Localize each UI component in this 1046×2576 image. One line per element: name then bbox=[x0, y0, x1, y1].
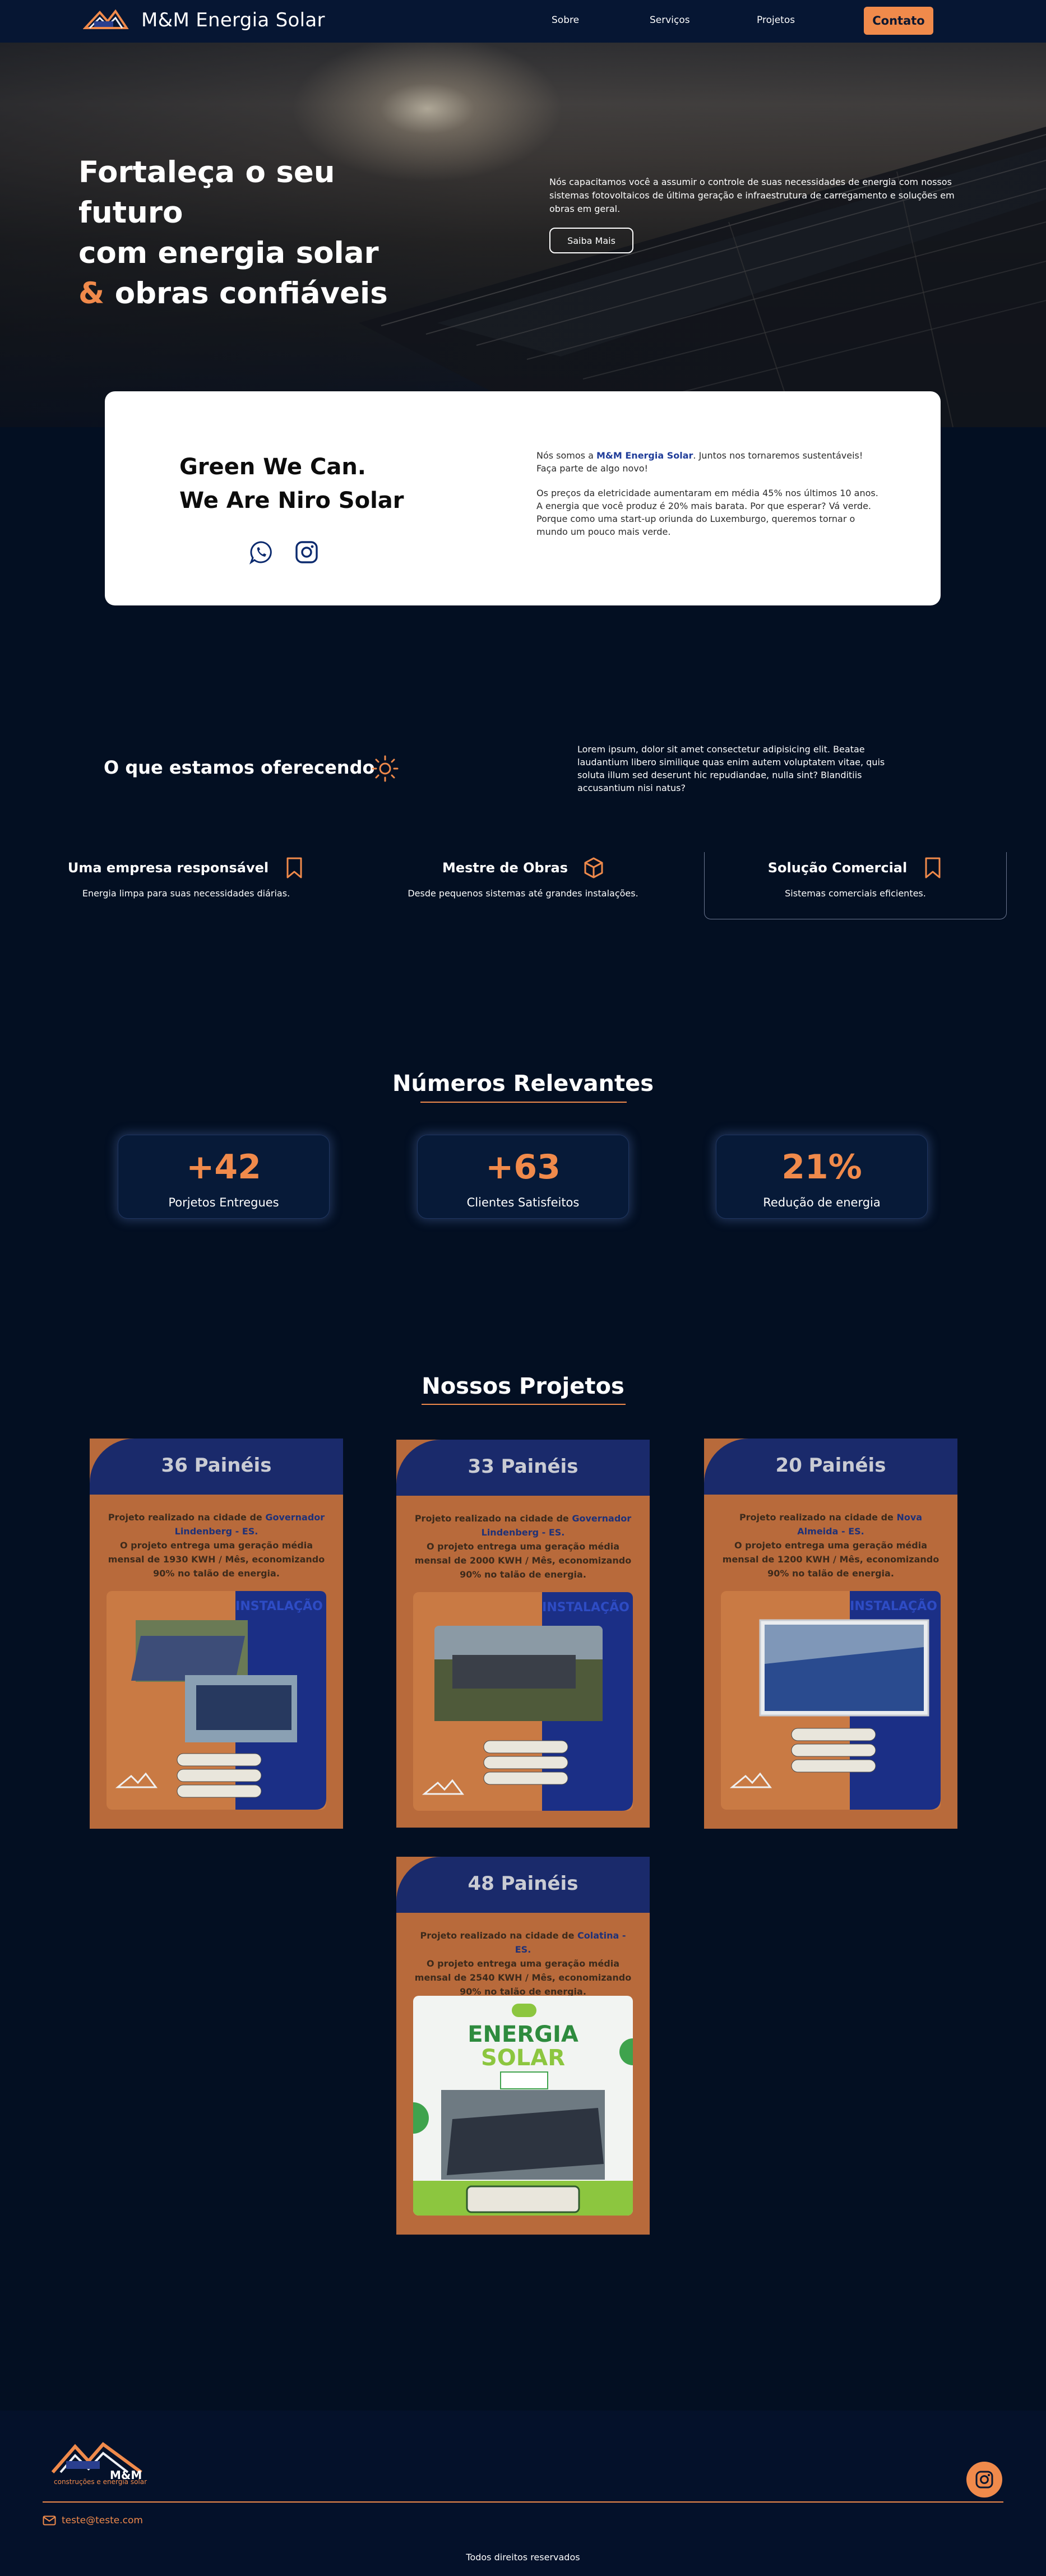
project-card-48-panels[interactable]: 48 Painéis Projeto realizado na cidade d… bbox=[396, 1857, 650, 2235]
project-title: 33 Painéis bbox=[468, 1455, 578, 1478]
stat-card-energy: 21% Redução de energia bbox=[716, 1135, 928, 1219]
bookmark-icon bbox=[925, 857, 941, 878]
projects-title: Nossos Projetos bbox=[422, 1373, 624, 1399]
project-desc-body: O projeto entrega uma geração média mens… bbox=[722, 1540, 939, 1579]
image-energia-label: ENERGIA bbox=[468, 2022, 578, 2047]
hero-title: Fortaleça o seu futuro com energia solar… bbox=[78, 152, 437, 314]
feature-card-commercial: Solução Comercial Sistemas comerciais ef… bbox=[704, 852, 1007, 919]
feature-header: Mestre de Obras bbox=[372, 857, 674, 879]
feature-card-responsible: Uma empresa responsável Energia limpa pa… bbox=[35, 852, 337, 919]
about-card: Green We Can. We Are Niro Solar Nós somo… bbox=[105, 391, 941, 605]
about-paragraph-1: Nós somos a M&M Energia Solar. Juntos no… bbox=[536, 449, 884, 475]
project-image: INSTALAÇÃO bbox=[107, 1591, 326, 1810]
project-desc-body: O projeto entrega uma geração média mens… bbox=[414, 1958, 632, 1997]
bookmark-icon bbox=[286, 857, 302, 878]
stat-card-clients: +63 Clientes Satisfeitos bbox=[417, 1135, 629, 1219]
feature-title: Solução Comercial bbox=[767, 860, 908, 876]
project-desc-prefix: Projeto realizado na cidade de bbox=[739, 1512, 897, 1523]
footer-email: teste@teste.com bbox=[62, 2515, 143, 2526]
projects-title-underline bbox=[422, 1404, 626, 1405]
image-install-label: INSTALAÇÃO bbox=[850, 1599, 937, 1613]
instagram-icon bbox=[975, 2471, 993, 2489]
hero-title-line-2: com energia solar bbox=[78, 236, 379, 270]
numbers-title: Números Relevantes bbox=[392, 1071, 654, 1097]
numbers-title-underline bbox=[420, 1102, 627, 1103]
project-description: Projeto realizado na cidade de Governado… bbox=[107, 1510, 326, 1580]
feature-description: Desde pequenos sistemas até grandes inst… bbox=[408, 888, 638, 899]
brand-name: M&M Energia Solar bbox=[141, 9, 325, 31]
top-navbar: M&M Energia Solar Sobre Serviços Projeto… bbox=[0, 0, 1046, 43]
project-desc-body: O projeto entrega uma geração média mens… bbox=[108, 1540, 325, 1579]
about-title-line-1: Green We Can. bbox=[179, 454, 366, 480]
brand-logo[interactable]: M&M Energia Solar bbox=[83, 6, 325, 35]
about-text: Nós somos a M&M Energia Solar. Juntos no… bbox=[536, 449, 884, 538]
nav-link-sobre[interactable]: Sobre bbox=[552, 15, 579, 26]
footer-divider bbox=[43, 2501, 1003, 2503]
image-install-label: INSTALAÇÃO bbox=[235, 1599, 323, 1613]
feature-description: Energia limpa para suas necessidades diá… bbox=[82, 888, 290, 899]
about-p1-start: Nós somos a bbox=[536, 450, 596, 461]
instagram-icon[interactable] bbox=[294, 540, 319, 565]
about-paragraph-2: Os preços da eletricidade aumentaram em … bbox=[536, 488, 878, 537]
project-description: Projeto realizado na cidade de Nova Alme… bbox=[721, 1510, 941, 1580]
project-desc-prefix: Projeto realizado na cidade de bbox=[420, 1930, 577, 1941]
project-card-20-panels[interactable]: 20 Painéis Projeto realizado na cidade d… bbox=[704, 1439, 957, 1829]
hero-title-line-1: Fortaleça o seu futuro bbox=[78, 155, 335, 230]
project-title: 20 Painéis bbox=[775, 1454, 886, 1477]
nav-link-projetos[interactable]: Projetos bbox=[757, 15, 795, 26]
logo-icon bbox=[83, 9, 129, 29]
hero-title-line-3: obras confiáveis bbox=[114, 276, 388, 311]
feature-card-master-builder: Mestre de Obras Desde pequenos sistemas … bbox=[372, 852, 674, 919]
footer-logo-subtitle: construções e energia solar bbox=[54, 2478, 147, 2486]
stat-label: Redução de energia bbox=[763, 1196, 881, 1209]
project-image: ENERGIA SOLAR bbox=[413, 1996, 633, 2216]
hero-title-ampersand: & bbox=[78, 276, 105, 311]
stat-label: Porjetos Entregues bbox=[168, 1196, 279, 1209]
contact-button[interactable]: Contato bbox=[864, 7, 933, 35]
project-title: 36 Painéis bbox=[161, 1454, 272, 1477]
project-card-33-panels[interactable]: 33 Painéis Projeto realizado na cidade d… bbox=[396, 1440, 650, 1828]
feature-description: Sistemas comerciais eficientes. bbox=[785, 888, 926, 899]
about-brand-highlight: M&M Energia Solar bbox=[596, 450, 693, 461]
mail-icon bbox=[43, 2515, 56, 2526]
about-title: Green We Can. We Are Niro Solar bbox=[179, 450, 404, 517]
stat-card-projects: +42 Porjetos Entregues bbox=[118, 1135, 330, 1219]
stat-value: 21% bbox=[781, 1148, 862, 1187]
whatsapp-icon[interactable] bbox=[249, 540, 274, 565]
project-description: Projeto realizado na cidade de Colatina … bbox=[413, 1928, 633, 1999]
offer-title: O que estamos oferecendo bbox=[104, 757, 375, 778]
offer-description: Lorem ipsum, dolor sit amet consectetur … bbox=[577, 744, 885, 793]
project-title: 48 Painéis bbox=[468, 1872, 578, 1895]
image-install-label: INSTALAÇÃO bbox=[542, 1600, 630, 1615]
project-desc-prefix: Projeto realizado na cidade de bbox=[414, 1513, 572, 1524]
feature-header: Uma empresa responsável bbox=[35, 857, 337, 879]
feature-title: Uma empresa responsável bbox=[67, 860, 269, 876]
project-desc-prefix: Projeto realizado na cidade de bbox=[108, 1512, 266, 1523]
nav-link-servicos[interactable]: Serviços bbox=[650, 15, 690, 26]
sun-icon bbox=[372, 755, 399, 782]
project-image: INSTALAÇÃO bbox=[413, 1592, 633, 1811]
stat-value: +42 bbox=[186, 1148, 261, 1187]
feature-header: Solução Comercial bbox=[705, 857, 1006, 879]
learn-more-button[interactable]: Saiba Mais bbox=[549, 228, 633, 253]
stat-label: Clientes Satisfeitos bbox=[466, 1196, 580, 1209]
project-description: Projeto realizado na cidade de Governado… bbox=[413, 1511, 633, 1581]
stat-value: +63 bbox=[485, 1148, 561, 1187]
about-title-line-2: We Are Niro Solar bbox=[179, 488, 404, 514]
hero-section: Fortaleça o seu futuro com energia solar… bbox=[0, 43, 1046, 427]
footer: M&M construções e energia solar teste@te… bbox=[0, 2411, 1046, 2576]
footer-email-link[interactable]: teste@teste.com bbox=[43, 2515, 143, 2526]
feature-title: Mestre de Obras bbox=[442, 860, 568, 876]
footer-instagram-button[interactable] bbox=[966, 2462, 1002, 2498]
image-solar-label: SOLAR bbox=[481, 2045, 565, 2071]
project-card-36-panels[interactable]: 36 Painéis Projeto realizado na cidade d… bbox=[90, 1439, 343, 1829]
page: M&M Energia Solar Sobre Serviços Projeto… bbox=[0, 0, 1046, 2576]
project-image: INSTALAÇÃO bbox=[721, 1591, 941, 1810]
hero-description: Nós capacitamos você a assumir o control… bbox=[549, 177, 955, 214]
cube-icon bbox=[584, 857, 603, 878]
project-desc-body: O projeto entrega uma geração média mens… bbox=[414, 1541, 632, 1580]
footer-copyright: Todos direitos reservados bbox=[466, 2552, 580, 2563]
